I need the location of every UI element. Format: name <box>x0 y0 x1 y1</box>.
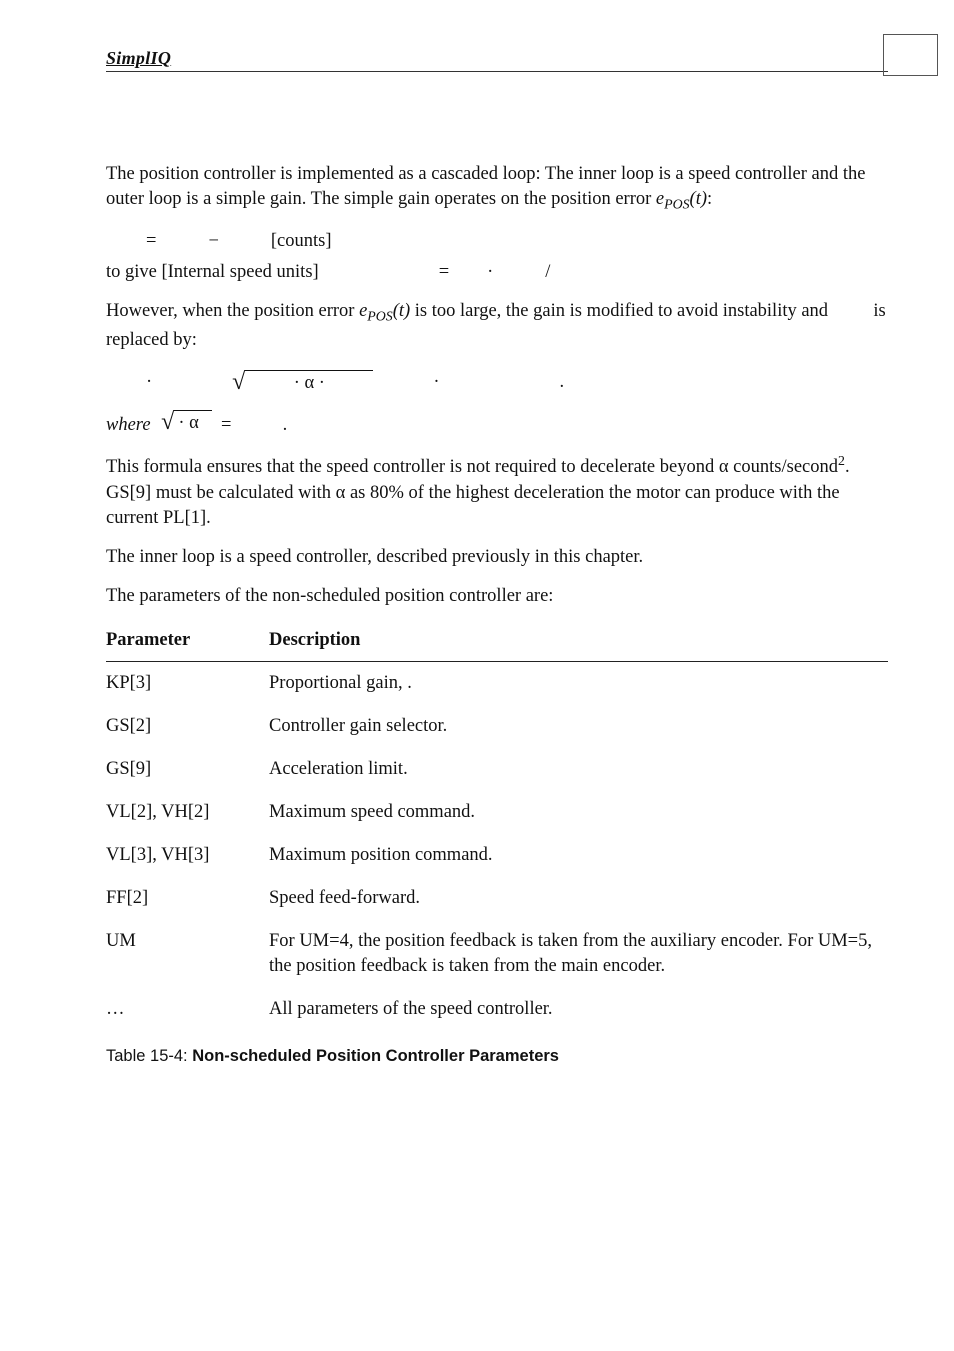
paragraph-4: The inner loop is a speed controller, de… <box>106 545 888 570</box>
paragraph-5: The parameters of the non-scheduled posi… <box>106 584 888 609</box>
cell-param: GS[2] <box>106 705 269 748</box>
eq1-eq: = <box>146 229 156 254</box>
paragraph-3: This formula ensures that the speed cont… <box>106 453 888 530</box>
eq2-eq: = <box>439 260 449 285</box>
eq3-dot2: · <box>433 370 439 395</box>
caption-pre: Table 15-4: <box>106 1047 192 1065</box>
cell-desc: Acceleration limit. <box>269 748 888 791</box>
eq3-dot1: · <box>146 370 152 395</box>
th-description: Description <box>269 622 888 661</box>
brand-title: SimplIQ <box>106 48 171 69</box>
cell-param: VL[2], VH[2] <box>106 791 269 834</box>
eq4-sqrt: √ · α <box>161 407 212 439</box>
cell-param: KP[3] <box>106 662 269 705</box>
page-number-box <box>883 34 938 76</box>
p2a: However, when the position error <box>106 301 359 321</box>
header-divider <box>106 71 888 72</box>
equation-1: = − [counts] <box>146 229 888 254</box>
eq4-tail: . <box>283 415 288 435</box>
cell-desc: Maximum speed command. <box>269 791 888 834</box>
cell-desc: All parameters of the speed controller. <box>269 988 888 1031</box>
p2-sub: POS <box>367 310 392 325</box>
cell-param: UM <box>106 920 269 988</box>
cell-desc: Speed feed-forward. <box>269 877 888 920</box>
eq4-eq: = <box>221 415 231 435</box>
table-row: … All parameters of the speed controller… <box>106 988 888 1031</box>
p3-sup: 2 <box>838 454 845 469</box>
cell-param: GS[9] <box>106 748 269 791</box>
cell-param: VL[3], VH[3] <box>106 834 269 877</box>
eq3-dot3: . <box>560 370 565 395</box>
eq2-dot: · <box>487 260 493 285</box>
caption-bold: Non-scheduled Position Controller Parame… <box>192 1047 559 1065</box>
table-caption: Table 15-4: Non-scheduled Position Contr… <box>106 1045 888 1067</box>
eq4-pre: where <box>106 415 151 435</box>
cell-desc: For UM=4, the position feedback is taken… <box>269 920 888 988</box>
equation-4: where √ · α = . <box>106 407 888 439</box>
table-row: KP[3] Proportional gain, . <box>106 662 888 705</box>
sqrt-icon: √ <box>232 366 245 398</box>
eq3-sqrt: √ · α · <box>232 367 373 399</box>
paragraph-intro: The position controller is implemented a… <box>106 162 888 215</box>
header: SimplIQ <box>106 48 888 69</box>
th-parameter: Parameter <box>106 622 269 661</box>
paragraph-2: However, when the position error ePOS(t)… <box>106 299 888 352</box>
p1-arg: (t) <box>690 189 707 209</box>
table-row: FF[2] Speed feed-forward. <box>106 877 888 920</box>
equation-2-row: to give [Internal speed units] = · / <box>106 260 888 285</box>
parameter-table: Parameter Description KP[3] Proportional… <box>106 622 888 1031</box>
p1-var: e <box>656 189 664 209</box>
table-row: GS[2] Controller gain selector. <box>106 705 888 748</box>
cell-param: FF[2] <box>106 877 269 920</box>
cell-desc: Proportional gain, . <box>269 662 888 705</box>
sqrt-icon-2: √ <box>161 406 174 438</box>
table-row: VL[3], VH[3] Maximum position command. <box>106 834 888 877</box>
eq1-minus: − <box>208 229 218 254</box>
table-row: UM For UM=4, the position feedback is ta… <box>106 920 888 988</box>
eq2-pre: to give [Internal speed units] <box>106 260 319 285</box>
content: The position controller is implemented a… <box>106 162 888 1067</box>
p1-sub: POS <box>664 198 689 213</box>
p2b: is too large, the gain is modified to av… <box>410 301 833 321</box>
equation-3: · √ · α · · . <box>146 367 888 399</box>
p1-tail: : <box>707 189 712 209</box>
p2-arg: (t) <box>393 301 410 321</box>
eq3-radicand: · α · <box>245 370 373 396</box>
cell-desc: Controller gain selector. <box>269 705 888 748</box>
table-row: VL[2], VH[2] Maximum speed command. <box>106 791 888 834</box>
eq2-slash: / <box>545 260 550 285</box>
p1-text: The position controller is implemented a… <box>106 164 865 209</box>
table-row: GS[9] Acceleration limit. <box>106 748 888 791</box>
eq1-units: [counts] <box>271 229 332 254</box>
cell-desc: Maximum position command. <box>269 834 888 877</box>
p3a: This formula ensures that the speed cont… <box>106 458 838 478</box>
cell-param: … <box>106 988 269 1031</box>
eq4-radicand: · α <box>174 410 212 436</box>
